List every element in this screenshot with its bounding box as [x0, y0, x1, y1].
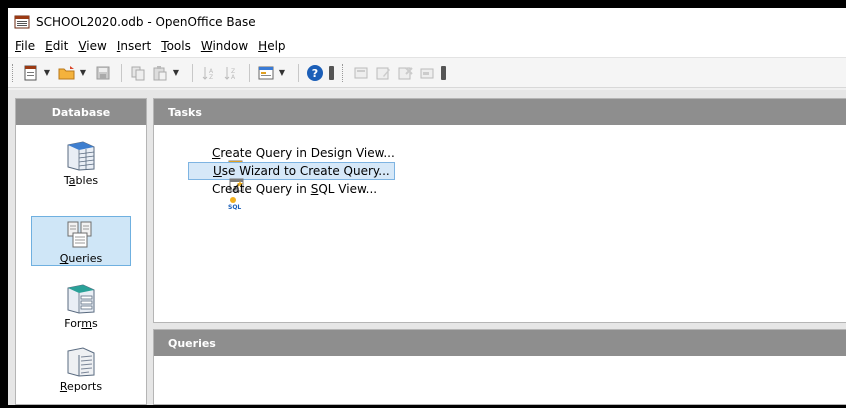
toolbar-separator [121, 63, 122, 82]
wizard-icon [191, 164, 244, 192]
menu-tools[interactable]: Tools [156, 39, 196, 53]
task-create-query-design-view[interactable]: Create Query in Design View... [188, 144, 399, 174]
svg-text:?: ? [312, 67, 318, 80]
database-item-reports[interactable]: Reports [31, 345, 131, 395]
chevron-down-icon[interactable]: ▼ [172, 68, 180, 77]
database-item-label: Tables [63, 174, 99, 187]
menu-file[interactable]: File [10, 39, 40, 53]
sort-descending-icon[interactable]: ZA [221, 63, 241, 83]
standard-toolbar: ▼ ▼ ▼ AZ ZA ▼ ? [8, 58, 846, 88]
database-item-label: Reports [59, 380, 103, 393]
copy-icon[interactable] [128, 63, 148, 83]
toolbar-separator [192, 63, 193, 82]
tasks-panel-header: Tasks [154, 99, 846, 125]
title-bar: SCHOOL2020.odb - OpenOffice Base [8, 8, 846, 35]
paste-icon[interactable] [150, 63, 170, 83]
database-panel: Database Tables Queries Forms Reports [15, 98, 147, 405]
svg-text:A: A [231, 74, 236, 81]
toolbar-separator [298, 63, 299, 82]
design-view-icon [190, 146, 243, 174]
toolbar-overflow-icon[interactable] [441, 65, 446, 80]
menu-view[interactable]: View [73, 39, 111, 53]
form-icon[interactable] [256, 63, 276, 83]
toolbar-grip[interactable] [12, 63, 15, 82]
tables-icon [65, 141, 97, 171]
svg-text:SQL: SQL [228, 204, 241, 210]
openoffice-base-window: SCHOOL2020.odb - OpenOffice Base File Ed… [8, 8, 846, 405]
database-item-queries[interactable]: Queries [31, 216, 131, 266]
chevron-down-icon[interactable]: ▼ [43, 68, 51, 77]
help-icon[interactable]: ? [305, 63, 325, 83]
menu-insert[interactable]: Insert [112, 39, 156, 53]
database-item-label: Queries [59, 252, 103, 265]
sort-ascending-icon[interactable]: AZ [199, 63, 219, 83]
forms-icon [65, 284, 97, 314]
queries-panel: Queries [153, 329, 846, 405]
toolbar-grip[interactable] [342, 63, 345, 82]
database-content: Database Tables Queries Forms Reports Ta… [8, 90, 846, 405]
save-icon[interactable] [93, 63, 113, 83]
menu-bar: File Edit View Insert Tools Window Help [8, 35, 846, 58]
open-folder-icon[interactable] [57, 63, 77, 83]
menu-help[interactable]: Help [253, 39, 290, 53]
svg-text:Z: Z [209, 74, 213, 81]
database-item-label: Forms [64, 317, 98, 330]
new-document-icon[interactable] [21, 63, 41, 83]
chevron-down-icon[interactable]: ▼ [79, 68, 87, 77]
task-use-wizard-create-query[interactable]: Use Wizard to Create Query... [188, 162, 395, 192]
open-db-object-icon[interactable] [351, 63, 371, 83]
reports-icon [65, 347, 97, 377]
tasks-panel: Tasks Create Query in Design View... Use… [153, 98, 846, 323]
queries-icon [65, 219, 97, 249]
database-panel-header: Database [16, 99, 146, 125]
menu-edit[interactable]: Edit [40, 39, 73, 53]
edit-icon[interactable] [373, 63, 393, 83]
rename-icon[interactable] [417, 63, 437, 83]
toolbar-separator [249, 63, 250, 82]
database-item-tables[interactable]: Tables [31, 139, 131, 189]
toolbar-overflow-icon[interactable] [329, 65, 334, 80]
menu-window[interactable]: Window [196, 39, 253, 53]
chevron-down-icon[interactable]: ▼ [278, 68, 286, 77]
openoffice-base-icon [14, 14, 30, 30]
database-item-forms[interactable]: Forms [31, 282, 131, 332]
queries-panel-header: Queries [154, 330, 846, 356]
delete-icon[interactable] [395, 63, 415, 83]
window-title: SCHOOL2020.odb - OpenOffice Base [36, 14, 256, 29]
task-create-query-sql-view[interactable]: SQL Create Query in S QL View... [188, 180, 381, 211]
sql-icon: SQL [190, 182, 242, 211]
